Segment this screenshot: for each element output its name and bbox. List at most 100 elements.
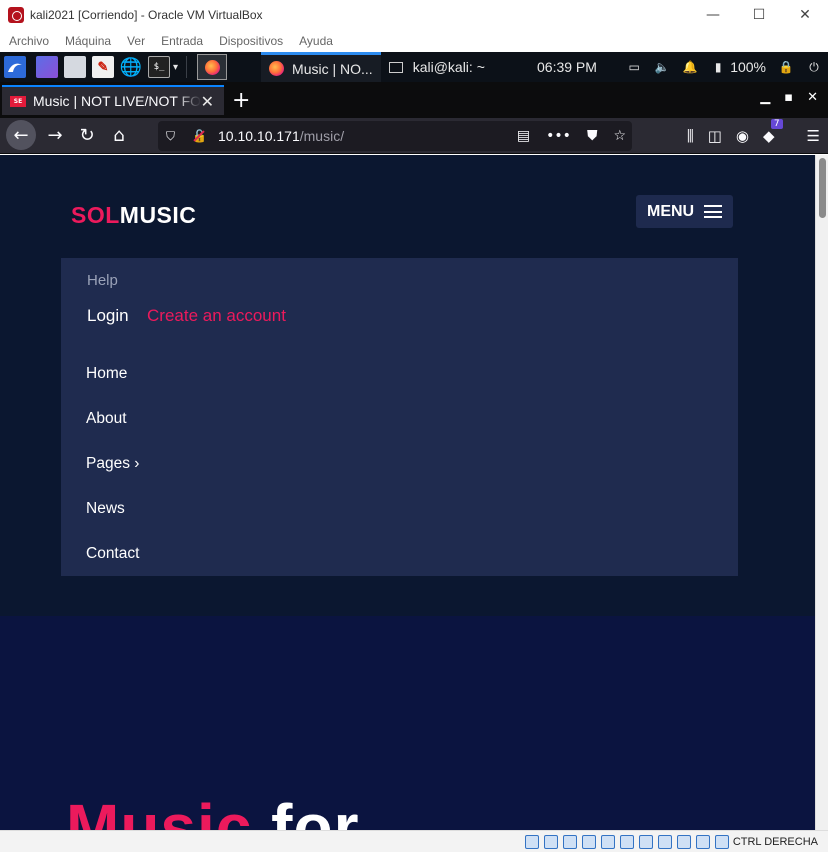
- browser-window-controls: ▁ ▪ ✕: [760, 90, 818, 105]
- more-actions-icon[interactable]: •••: [546, 128, 571, 144]
- browser-maximize-button[interactable]: ▪: [784, 90, 793, 105]
- firefox-icon: [269, 61, 285, 76]
- file-manager-icon[interactable]: [64, 56, 86, 78]
- url-bar[interactable]: ⛉ 🔓 10.10.10.171/music/ ▤ ••• ⛊ ☆: [158, 121, 632, 151]
- taskbar-item-firefox[interactable]: Music | NO...: [261, 52, 381, 82]
- virtualization-icon[interactable]: [676, 834, 691, 849]
- nav-item-contact[interactable]: Contact: [86, 545, 139, 563]
- menu-maquina[interactable]: Máquina: [57, 34, 119, 48]
- home-button[interactable]: ⌂: [104, 120, 134, 150]
- vbox-menu-bar: Archivo Máquina Ver Entrada Dispositivos…: [0, 30, 828, 52]
- create-account-link[interactable]: Create an account: [147, 306, 286, 326]
- menu-dropdown: Help Login Create an account Home About …: [61, 258, 738, 576]
- window-title: kali2021 [Corriendo] - Oracle VM Virtual…: [30, 8, 263, 22]
- menu-ayuda[interactable]: Ayuda: [291, 34, 341, 48]
- logo-part-music: MUSIC: [119, 202, 197, 228]
- hero-title-for: for: [271, 791, 360, 830]
- shared-folders-icon[interactable]: [619, 834, 634, 849]
- terminal-icon: [388, 61, 403, 73]
- close-button[interactable]: ✕: [782, 0, 828, 30]
- browser-minimize-button[interactable]: ▁: [760, 90, 770, 105]
- chevron-down-icon[interactable]: ▾: [173, 62, 178, 73]
- page-scrollbar[interactable]: [815, 155, 828, 830]
- kali-panel: ✎ 🌐 $_ ▾ Music | NO... kali@kali: ~ 06:3…: [0, 52, 828, 82]
- insecure-connection-icon[interactable]: 🔓: [192, 129, 210, 143]
- lock-icon[interactable]: 🔒: [778, 59, 794, 75]
- show-desktop-icon[interactable]: [36, 56, 58, 78]
- hamburger-icon: [704, 205, 723, 218]
- url-host: 10.10.10.171: [218, 128, 300, 144]
- new-tab-button[interactable]: +: [232, 88, 250, 113]
- page-content: SOLMUSIC MENU Help Login Create an accou…: [0, 155, 815, 830]
- hero-title-music: Music: [66, 791, 253, 830]
- menu-entrada[interactable]: Entrada: [153, 34, 211, 48]
- tab-close-icon[interactable]: ✕: [201, 92, 214, 111]
- nav-item-news[interactable]: News: [86, 500, 125, 518]
- toolbar-right: ⫼ ◫ ◉ ◆ 7 ☰: [687, 118, 820, 154]
- taskbar-item-terminal[interactable]: kali@kali: ~: [381, 52, 493, 82]
- usb-icon[interactable]: [600, 834, 615, 849]
- panel-clock[interactable]: 06:39 PM: [537, 52, 597, 82]
- minimize-button[interactable]: —: [690, 0, 736, 30]
- extension-badge: 7: [770, 119, 783, 129]
- forward-button[interactable]: →: [40, 120, 70, 150]
- volume-icon[interactable]: 🔈: [654, 59, 670, 75]
- reader-view-icon[interactable]: ▤: [517, 128, 530, 144]
- sidebar-icon[interactable]: ◫: [708, 127, 722, 145]
- taskbar-item-label: Music | NO...: [292, 60, 373, 77]
- recording-icon[interactable]: [657, 834, 672, 849]
- site-favicon-icon: SE: [10, 95, 26, 107]
- library-icon[interactable]: ⫼: [687, 127, 694, 145]
- power-icon[interactable]: ⏻: [806, 59, 822, 75]
- url-actions: ▤ ••• ⛊ ☆: [517, 121, 626, 151]
- menu-ver[interactable]: Ver: [119, 34, 153, 48]
- pocket-icon[interactable]: ⛊: [587, 128, 598, 144]
- nav-item-home[interactable]: Home: [86, 365, 127, 383]
- display-icon[interactable]: ▭: [626, 59, 642, 75]
- browser-tab-strip: SE Music | NOT LIVE/NOT FOR PRODUCTION U…: [0, 82, 828, 118]
- display-status-icon[interactable]: [638, 834, 653, 849]
- kali-dragon-icon[interactable]: [4, 56, 26, 78]
- account-icon[interactable]: ◉: [736, 127, 749, 145]
- maximize-button[interactable]: ☐: [736, 0, 782, 30]
- menu-button[interactable]: MENU: [636, 195, 733, 228]
- text-editor-icon[interactable]: ✎: [92, 56, 114, 78]
- panel-separator: [186, 56, 188, 78]
- vbox-title-bar: kali2021 [Corriendo] - Oracle VM Virtual…: [0, 0, 828, 30]
- site-logo[interactable]: SOLMUSIC: [71, 202, 196, 229]
- app-menu-icon[interactable]: ☰: [807, 127, 820, 145]
- battery-indicator[interactable]: ▮ 100%: [710, 59, 766, 75]
- notifications-bell-icon[interactable]: 🔔: [682, 59, 698, 75]
- audio-icon[interactable]: [562, 834, 577, 849]
- nav-item-pages[interactable]: Pages ›: [86, 455, 139, 473]
- mouse-integration-icon[interactable]: [695, 834, 710, 849]
- login-link[interactable]: Login: [87, 306, 129, 326]
- scrollbar-thumb[interactable]: [819, 158, 826, 218]
- url-text[interactable]: 10.10.10.171/music/: [218, 128, 344, 144]
- battery-percent: 100%: [730, 59, 766, 75]
- menu-archivo[interactable]: Archivo: [0, 34, 57, 48]
- nav-item-about[interactable]: About: [86, 410, 127, 428]
- url-path: /music/: [299, 128, 345, 144]
- network-icon[interactable]: [581, 834, 596, 849]
- terminal-launcher-icon[interactable]: $_: [148, 56, 170, 78]
- hard-disk-icon[interactable]: [524, 834, 539, 849]
- extension-icon[interactable]: ◆ 7: [763, 119, 783, 145]
- battery-icon: ▮: [714, 60, 722, 74]
- workspace-firefox-icon[interactable]: [197, 54, 228, 80]
- browser-tab-active[interactable]: SE Music | NOT LIVE/NOT FOR PRODUCTION U…: [2, 85, 224, 115]
- help-link[interactable]: Help: [87, 272, 118, 289]
- keyboard-capture-icon[interactable]: [714, 834, 729, 849]
- browser-close-button[interactable]: ✕: [807, 90, 818, 105]
- optical-drive-icon[interactable]: [543, 834, 558, 849]
- reload-button[interactable]: ↻: [72, 120, 102, 150]
- menu-dispositivos[interactable]: Dispositivos: [211, 34, 291, 48]
- hero-section: Music for: [0, 616, 815, 830]
- tracking-shield-icon[interactable]: ⛉: [166, 129, 184, 144]
- browser-globe-icon[interactable]: 🌐: [120, 56, 142, 78]
- taskbar-item-label: kali@kali: ~: [412, 59, 485, 75]
- vbox-status-bar: CTRL DERECHA: [0, 830, 828, 852]
- header-section: SOLMUSIC MENU Help Login Create an accou…: [0, 155, 815, 616]
- bookmark-star-icon[interactable]: ☆: [613, 128, 626, 144]
- back-button[interactable]: ←: [6, 120, 36, 150]
